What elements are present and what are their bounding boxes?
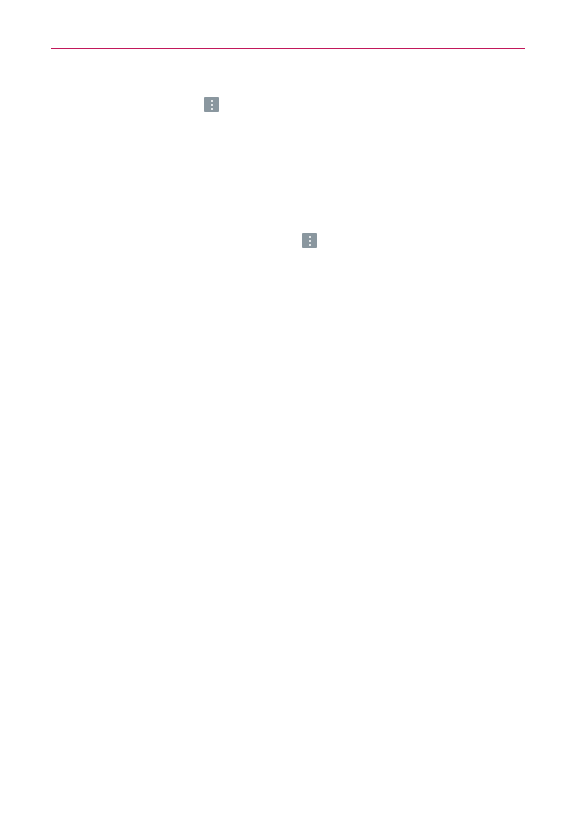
overflow-menu-icon bbox=[302, 233, 317, 248]
overflow-menu-icon bbox=[204, 97, 219, 112]
menu-dot bbox=[308, 239, 311, 242]
menu-dot bbox=[210, 99, 213, 102]
menu-dot bbox=[210, 107, 213, 110]
menu-dot bbox=[308, 235, 311, 238]
menu-dot bbox=[308, 243, 311, 246]
header-divider bbox=[51, 48, 525, 49]
menu-dot bbox=[210, 103, 213, 106]
